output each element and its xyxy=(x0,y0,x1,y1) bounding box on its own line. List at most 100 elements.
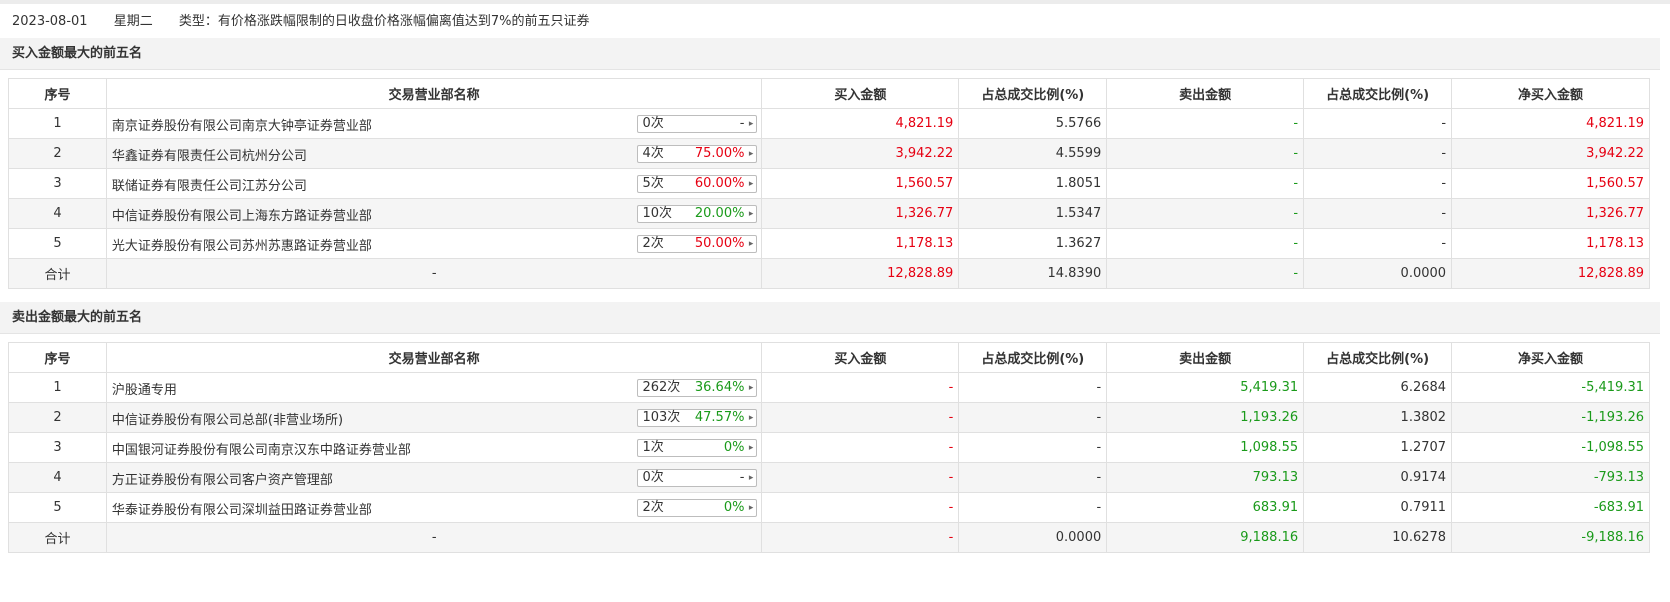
history-count-dropdown[interactable]: 10次 20.00% ▸ xyxy=(637,205,758,223)
col-header-net-buy: 净买入金额 xyxy=(1451,342,1650,373)
history-count-dropdown[interactable]: 4次 75.00% ▸ xyxy=(637,145,758,163)
history-count-dropdown[interactable]: 103次 47.57% ▸ xyxy=(637,409,758,427)
branch-name-link[interactable]: 中国银河证券股份有限公司南京汉东中路证券营业部 xyxy=(112,439,411,458)
col-header-buy-ratio: 占总成交比例(%) xyxy=(958,78,1108,109)
net-buy-amount: 1,326.77 xyxy=(1451,198,1650,229)
branch-name-link[interactable]: 南京证券股份有限公司南京大钟亭证券营业部 xyxy=(112,115,372,134)
row-index: 2 xyxy=(8,402,107,433)
row-index: 4 xyxy=(8,198,107,229)
branch-name-cell: 联储证券有限责任公司江苏分公司 5次 60.00% ▸ xyxy=(105,168,763,199)
history-count-dropdown[interactable]: 2次 0% ▸ xyxy=(637,499,758,517)
history-count-dropdown[interactable]: 5次 60.00% ▸ xyxy=(637,175,758,193)
row-index: 5 xyxy=(8,492,107,523)
appearance-count: 2次 xyxy=(642,236,664,251)
sell-amount: 793.13 xyxy=(1106,462,1305,493)
col-header-buy-amount: 买入金额 xyxy=(761,78,960,109)
appearance-count: 1次 xyxy=(642,440,664,455)
table-row: 5 光大证券股份有限公司苏州苏惠路证券营业部 2次 50.00% ▸ 1,178.13 1.… xyxy=(8,228,1650,259)
branch-name-link[interactable]: 方正证券股份有限公司客户资产管理部 xyxy=(112,469,333,488)
appearance-count: 2次 xyxy=(642,500,664,515)
branch-name-cell: 中信证券股份有限公司上海东方路证券营业部 10次 20.00% ▸ xyxy=(105,198,763,229)
col-header-sell-ratio: 占总成交比例(%) xyxy=(1303,342,1453,373)
net-buy-amount: 1,560.57 xyxy=(1451,168,1650,199)
sell-ratio: - xyxy=(1303,198,1453,229)
sell-ratio: - xyxy=(1303,108,1453,139)
appearance-count: 262次 xyxy=(642,380,681,395)
appearance-count: 0次 xyxy=(642,116,664,131)
appearance-count: 0次 xyxy=(642,470,664,485)
sell-ratio: 0.7911 xyxy=(1303,492,1453,523)
weekday-text: 星期二 xyxy=(113,14,153,29)
branch-name-cell: 华泰证券股份有限公司深圳益田路证券营业部 2次 0% ▸ xyxy=(105,492,763,523)
type-text: 类型：有价格涨跌幅限制的日收盘价格涨幅偏离值达到7%的前五只证券 xyxy=(178,14,590,29)
appearance-count: 103次 xyxy=(642,410,681,425)
total-label: 合计 xyxy=(8,258,107,289)
branch-name-link[interactable]: 华泰证券股份有限公司深圳益田路证券营业部 xyxy=(112,499,372,518)
buy-amount: 1,326.77 xyxy=(761,198,960,229)
win-rate: - xyxy=(739,470,745,485)
branch-name-link[interactable]: 光大证券股份有限公司苏州苏惠路证券营业部 xyxy=(112,235,372,254)
branch-name-link[interactable]: 华鑫证券有限责任公司杭州分公司 xyxy=(112,145,307,164)
table-row: 1 沪股通专用 262次 36.64% ▸ - -5,419.31 6.2684 -5,419.… xyxy=(8,372,1650,403)
col-header-net-buy: 净买入金额 xyxy=(1451,78,1650,109)
total-buy-amount: 12,828.89 xyxy=(761,258,960,289)
net-buy-amount: -793.13 xyxy=(1451,462,1650,493)
col-header-sell-amount: 卖出金额 xyxy=(1106,342,1305,373)
sell-amount: - xyxy=(1106,198,1305,229)
buy-amount: - xyxy=(761,402,960,433)
history-count-dropdown[interactable]: 0次 - ▸ xyxy=(637,115,758,133)
chevron-right-icon: ▸ xyxy=(748,473,754,483)
buy-ratio: - xyxy=(958,402,1108,433)
buy-amount: - xyxy=(761,492,960,523)
sell-ratio: - xyxy=(1303,168,1453,199)
col-header-index: 序号 xyxy=(8,78,107,109)
row-index: 2 xyxy=(8,138,107,169)
buy-ratio: 4.5599 xyxy=(958,138,1108,169)
appearance-count: 4次 xyxy=(642,146,664,161)
buy-ratio: - xyxy=(958,462,1108,493)
buy-amount: - xyxy=(761,432,960,463)
branch-name-cell: 方正证券股份有限公司客户资产管理部 0次 - ▸ xyxy=(105,462,763,493)
total-label: 合计 xyxy=(8,522,107,553)
table-row: 3 联储证券有限责任公司江苏分公司 5次 60.00% ▸ 1,560.57 1.8051-… xyxy=(8,168,1650,199)
buy-ratio: 1.3627 xyxy=(958,228,1108,259)
chevron-right-icon: ▸ xyxy=(748,209,754,219)
appearance-count: 10次 xyxy=(642,206,672,221)
buy-ratio: - xyxy=(958,432,1108,463)
chevron-right-icon: ▸ xyxy=(748,503,754,513)
sell-amount: - xyxy=(1106,168,1305,199)
chevron-right-icon: ▸ xyxy=(748,149,754,159)
col-header-branch-name: 交易营业部名称 xyxy=(105,342,763,373)
branch-name-cell: 华鑫证券有限责任公司杭州分公司 4次 75.00% ▸ xyxy=(105,138,763,169)
history-count-dropdown[interactable]: 1次 0% ▸ xyxy=(637,439,758,457)
history-count-dropdown[interactable]: 2次 50.00% ▸ xyxy=(637,235,758,253)
branch-name-link[interactable]: 沪股通专用 xyxy=(112,379,177,398)
buy-top5-table: 序号 交易营业部名称 买入金额 占总成交比例(%) 卖出金额 占总成交比例(%)… xyxy=(8,78,1650,289)
chevron-right-icon: ▸ xyxy=(748,413,754,423)
win-rate: 75.00% xyxy=(694,146,745,161)
sell-top5-table: 序号 交易营业部名称 买入金额 占总成交比例(%) 卖出金额 占总成交比例(%)… xyxy=(8,342,1650,553)
branch-name-link[interactable]: 中信证券股份有限公司总部(非营业场所) xyxy=(112,409,343,428)
branch-name-link[interactable]: 联储证券有限责任公司江苏分公司 xyxy=(112,175,307,194)
row-index: 3 xyxy=(8,168,107,199)
branch-name-cell: 南京证券股份有限公司南京大钟亭证券营业部 0次 - ▸ xyxy=(105,108,763,139)
info-line: 2023-08-01 星期二 类型：有价格涨跌幅限制的日收盘价格涨幅偏离值达到7… xyxy=(0,6,1670,38)
chevron-right-icon: ▸ xyxy=(748,239,754,249)
row-index: 1 xyxy=(8,108,107,139)
table-header-row: 序号 交易营业部名称 买入金额 占总成交比例(%) 卖出金额 占总成交比例(%)… xyxy=(8,342,1650,373)
branch-name-link[interactable]: 中信证券股份有限公司上海东方路证券营业部 xyxy=(112,205,372,224)
table-row: 2 中信证券股份有限公司总部(非营业场所) 103次 47.57% ▸ - -1,193.2… xyxy=(8,402,1650,433)
col-header-sell-ratio: 占总成交比例(%) xyxy=(1303,78,1453,109)
row-index: 1 xyxy=(8,372,107,403)
win-rate: 20.00% xyxy=(694,206,745,221)
buy-amount: 1,560.57 xyxy=(761,168,960,199)
total-buy-amount: - xyxy=(761,522,960,553)
history-count-dropdown[interactable]: 262次 36.64% ▸ xyxy=(637,379,758,397)
net-buy-amount: -683.91 xyxy=(1451,492,1650,523)
table-row: 1 南京证券股份有限公司南京大钟亭证券营业部 0次 - ▸ 4,821.19 5.5766-… xyxy=(8,108,1650,139)
appearance-count: 5次 xyxy=(642,176,664,191)
history-count-dropdown[interactable]: 0次 - ▸ xyxy=(637,469,758,487)
total-buy-ratio: 0.0000 xyxy=(958,522,1108,553)
net-buy-amount: 1,178.13 xyxy=(1451,228,1650,259)
net-buy-amount: -1,098.55 xyxy=(1451,432,1650,463)
